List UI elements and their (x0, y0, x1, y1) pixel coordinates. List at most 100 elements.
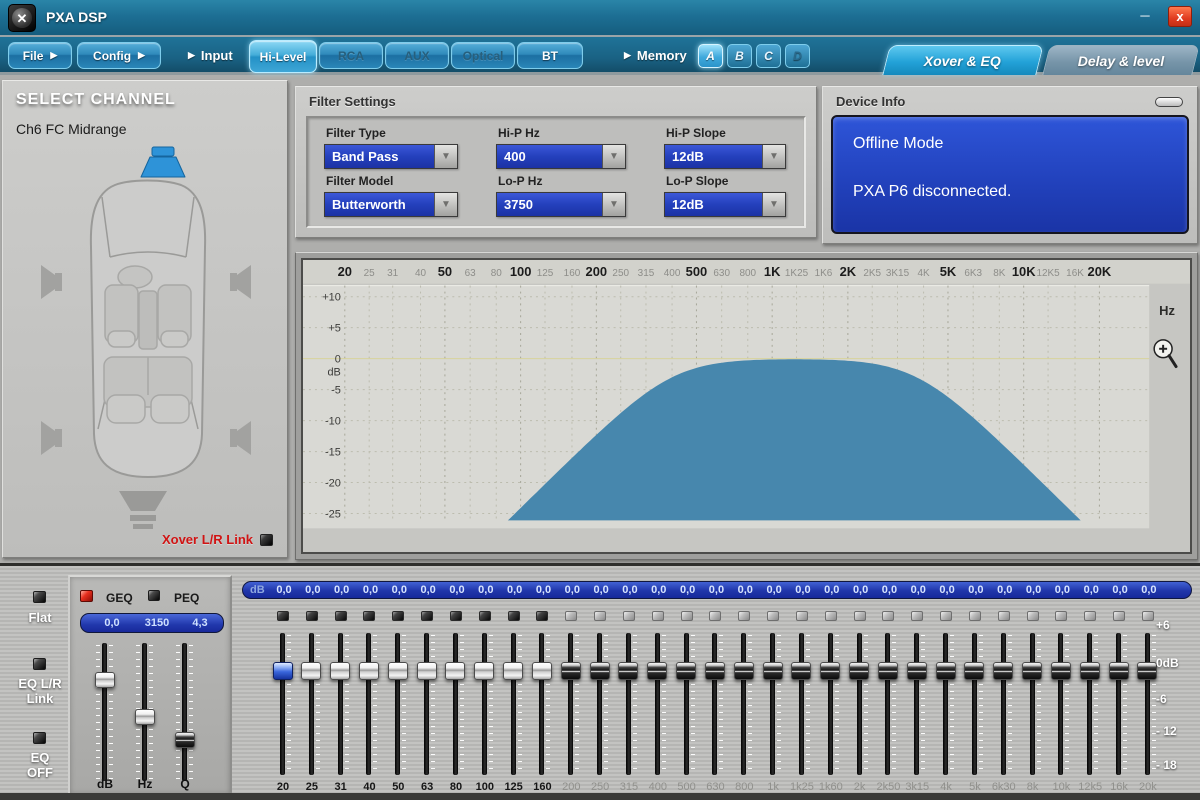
eq-band-slider-thumb[interactable] (388, 662, 408, 680)
eq-band-slider[interactable] (309, 633, 314, 775)
eq-band-slider[interactable] (885, 633, 890, 775)
memory-slot-c[interactable]: C (756, 44, 781, 68)
eq-band-slider-thumb[interactable] (618, 662, 638, 680)
xover-graph[interactable]: 2025314050638010012516020025031540050063… (301, 258, 1192, 554)
xover-lr-link-button[interactable] (260, 534, 273, 546)
flat-button[interactable] (33, 591, 46, 603)
eq-band-slider-thumb[interactable] (1137, 662, 1157, 680)
input-aux-button[interactable]: AUX (385, 42, 449, 69)
eq-band-button[interactable] (594, 611, 606, 621)
eq-band-slider-thumb[interactable] (1109, 662, 1129, 680)
tab-delay-level[interactable]: Delay & level (1042, 45, 1199, 75)
minimize-button[interactable]: ─ (1134, 6, 1156, 26)
eq-band-slider-thumb[interactable] (936, 662, 956, 680)
chevron-down-icon[interactable]: ▼ (762, 145, 785, 168)
tab-xover-eq[interactable]: Xover & EQ (882, 45, 1043, 75)
eq-band-slider[interactable] (828, 633, 833, 775)
eq-band-slider-thumb[interactable] (474, 662, 494, 680)
eq-band-button[interactable] (392, 611, 404, 621)
eq-band-button[interactable] (1084, 611, 1096, 621)
eq-band-slider-thumb[interactable] (417, 662, 437, 680)
param-db-slider[interactable] (102, 643, 107, 781)
eq-band-button[interactable] (796, 611, 808, 621)
eq-band-slider[interactable] (1058, 633, 1063, 775)
eq-band-slider[interactable] (424, 633, 429, 775)
eq-band-button[interactable] (681, 611, 693, 621)
memory-slot-d[interactable]: D (785, 44, 810, 68)
eq-band-slider-thumb[interactable] (849, 662, 869, 680)
memory-slot-b[interactable]: B (727, 44, 752, 68)
geq-led-button[interactable] (80, 590, 93, 602)
eq-band-slider[interactable] (857, 633, 862, 775)
eq-band-slider-thumb[interactable] (301, 662, 321, 680)
hi-p-slope-select[interactable]: 12dB ▼ (664, 144, 786, 169)
eq-band-slider[interactable] (626, 633, 631, 775)
eq-band-slider-thumb[interactable] (590, 662, 610, 680)
eq-band-button[interactable] (854, 611, 866, 621)
eq-band-slider-thumb[interactable] (734, 662, 754, 680)
eq-band-slider-thumb[interactable] (964, 662, 984, 680)
eq-band-slider-thumb[interactable] (561, 662, 581, 680)
memory-slot-a[interactable]: A (698, 44, 723, 68)
eq-band-slider[interactable] (712, 633, 717, 775)
eq-band-slider-thumb[interactable] (532, 662, 552, 680)
eq-band-slider[interactable] (1116, 633, 1121, 775)
eq-band-slider[interactable] (655, 633, 660, 775)
eq-band-slider[interactable] (943, 633, 948, 775)
eq-band-slider[interactable] (395, 633, 400, 775)
eq-band-button[interactable] (306, 611, 318, 621)
close-button[interactable]: x (1168, 6, 1192, 27)
eq-band-button[interactable] (825, 611, 837, 621)
input-bt-button[interactable]: BT (517, 42, 583, 69)
lo-p-slope-select[interactable]: 12dB ▼ (664, 192, 786, 217)
eq-band-slider[interactable] (1145, 633, 1150, 775)
eq-band-slider[interactable] (1001, 633, 1006, 775)
eq-band-slider-thumb[interactable] (705, 662, 725, 680)
config-menu-button[interactable]: Config ▶ (77, 42, 161, 69)
eq-band-slider-thumb[interactable] (647, 662, 667, 680)
eq-band-slider-thumb[interactable] (330, 662, 350, 680)
eq-band-slider-thumb[interactable] (503, 662, 523, 680)
eq-band-slider[interactable] (972, 633, 977, 775)
eq-band-button[interactable] (738, 611, 750, 621)
eq-band-slider-thumb[interactable] (993, 662, 1013, 680)
eq-band-button[interactable] (882, 611, 894, 621)
eq-band-slider[interactable] (568, 633, 573, 775)
eq-band-button[interactable] (277, 611, 289, 621)
input-hi-level-button[interactable]: Hi-Level (249, 40, 317, 73)
eq-band-button[interactable] (363, 611, 375, 621)
panel-collapse-button[interactable] (1155, 97, 1183, 107)
eq-band-slider-thumb[interactable] (820, 662, 840, 680)
chevron-down-icon[interactable]: ▼ (602, 193, 625, 216)
eq-band-slider-thumb[interactable] (1022, 662, 1042, 680)
eq-band-button[interactable] (652, 611, 664, 621)
lo-p-hz-select[interactable]: 3750 ▼ (496, 192, 626, 217)
eq-band-slider[interactable] (914, 633, 919, 775)
param-q-slider-thumb[interactable] (175, 732, 195, 748)
input-optical-button[interactable]: Optical (451, 42, 515, 69)
filter-type-select[interactable]: Band Pass ▼ (324, 144, 458, 169)
eq-band-button[interactable] (709, 611, 721, 621)
chevron-down-icon[interactable]: ▼ (762, 193, 785, 216)
eq-band-slider[interactable] (684, 633, 689, 775)
eq-band-button[interactable] (536, 611, 548, 621)
eq-band-button[interactable] (335, 611, 347, 621)
input-rca-button[interactable]: RCA (319, 42, 383, 69)
eq-band-slider[interactable] (366, 633, 371, 775)
eq-band-slider-thumb[interactable] (907, 662, 927, 680)
filter-model-select[interactable]: Butterworth ▼ (324, 192, 458, 217)
eq-band-button[interactable] (940, 611, 952, 621)
eq-band-slider-thumb[interactable] (273, 662, 293, 680)
eq-band-slider-thumb[interactable] (1080, 662, 1100, 680)
eq-band-button[interactable] (1113, 611, 1125, 621)
chevron-down-icon[interactable]: ▼ (434, 193, 457, 216)
eq-band-button[interactable] (1027, 611, 1039, 621)
eq-band-button[interactable] (565, 611, 577, 621)
eq-band-button[interactable] (1055, 611, 1067, 621)
eq-band-button[interactable] (623, 611, 635, 621)
eq-band-slider-thumb[interactable] (676, 662, 696, 680)
eq-band-button[interactable] (421, 611, 433, 621)
eq-band-button[interactable] (998, 611, 1010, 621)
eq-band-slider-thumb[interactable] (791, 662, 811, 680)
eq-band-button[interactable] (479, 611, 491, 621)
